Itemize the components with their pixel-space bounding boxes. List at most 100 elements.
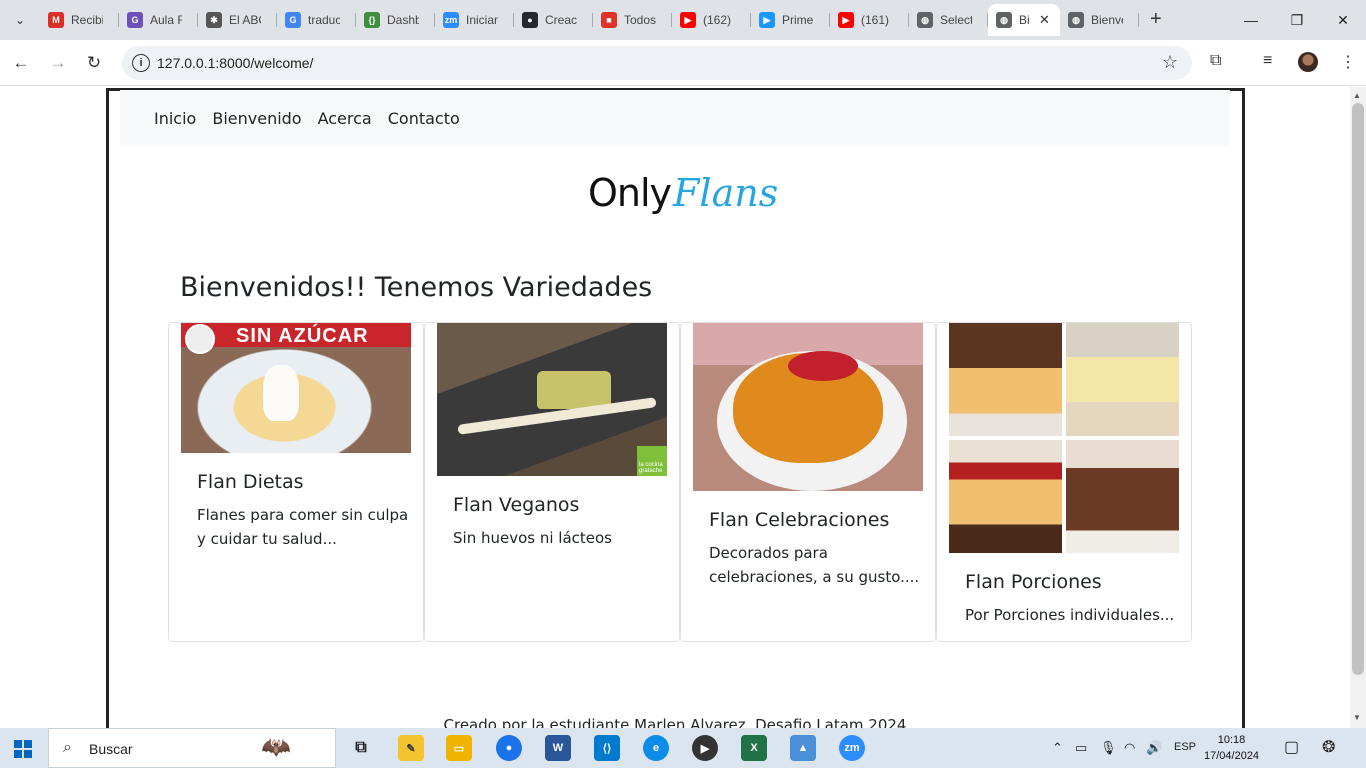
tab-close-icon[interactable]: ✕ [1039, 12, 1050, 28]
browser-tab[interactable]: ◍ Select [909, 4, 988, 36]
browser-tab[interactable]: M Recibi [40, 4, 119, 36]
card-title: Flan Celebraciones [709, 509, 890, 531]
tab-title: (161) [861, 13, 890, 27]
nav-link-contacto[interactable]: Contacto [388, 109, 460, 128]
card-text: Por Porciones individuales... [965, 606, 1175, 624]
tab-favicon-icon: G [127, 12, 143, 28]
card-grid: SIN AZÚCAR Flan Dietas Flanes para comer… [168, 322, 1192, 642]
tab-favicon-icon: ▶ [680, 12, 696, 28]
address-bar[interactable]: i 127.0.0.1:8000/welcome/ ☆ [122, 46, 1192, 80]
new-tab-icon[interactable]: + [1150, 8, 1162, 30]
forward-arrow-icon[interactable]: → [47, 52, 69, 74]
scroll-down-arrow-icon[interactable]: ▼ [1353, 713, 1361, 722]
scroll-up-arrow-icon[interactable]: ▲ [1353, 91, 1361, 100]
page-title: Bienvenidos!! Tenemos Variedades [180, 272, 653, 303]
vscode-icon[interactable]: ⟨⟩ [594, 735, 620, 761]
zoom-icon[interactable]: zm [839, 735, 865, 761]
browser-tab[interactable]: ▶ (162) [672, 4, 751, 36]
card-flan-veganos: la cocina gratache Flan Veganos Sin huev… [424, 322, 680, 642]
tray-chevron-icon[interactable]: ⌃ [1052, 740, 1063, 756]
profile-avatar[interactable] [1298, 52, 1318, 72]
tab-title: (162) [703, 13, 732, 27]
tab-title: Todos [624, 13, 656, 27]
page-footer: Creado por la estudiante Marlen Alvarez,… [443, 716, 907, 728]
nav-link-inicio[interactable]: Inicio [154, 109, 196, 128]
page-viewport: Inicio Bienvenido Acerca Contacto Only F… [0, 87, 1350, 728]
logo-only-text: Only [588, 171, 672, 215]
url-text[interactable]: 127.0.0.1:8000/welcome/ [157, 55, 313, 71]
volume-icon[interactable]: 🔊 [1146, 740, 1162, 756]
tab-favicon-icon: ■ [601, 12, 617, 28]
menu-kebab-icon[interactable]: ⋮ [1340, 52, 1356, 72]
flan-veganos-image: la cocina gratache [437, 323, 667, 476]
tab-search-chevron-icon[interactable]: ⌄ [8, 8, 32, 32]
tab-title: Prime [782, 13, 814, 27]
la-cocina-badge: la cocina gratache [639, 462, 663, 474]
card-flan-celebraciones: Flan Celebraciones Decorados para celebr… [680, 322, 936, 642]
search-placeholder: Buscar [89, 741, 133, 757]
browser-tab[interactable]: ■ Todos [593, 4, 672, 36]
browser-tab[interactable]: ▶ Prime [751, 4, 830, 36]
tab-title: Bienve [1091, 13, 1123, 27]
excel-icon[interactable]: X [741, 735, 767, 761]
close-window-icon[interactable]: ✕ [1320, 0, 1366, 40]
bookmark-star-icon[interactable]: ☆ [1162, 52, 1178, 73]
word-icon[interactable]: W [545, 735, 571, 761]
browser-tab[interactable]: ▶ (161) [830, 4, 909, 36]
scroll-thumb[interactable] [1352, 103, 1364, 675]
tab-favicon-icon: G [285, 12, 301, 28]
app-icon-photos[interactable]: ✎ [398, 735, 424, 761]
browser-tab[interactable]: ✱ El ABC [198, 4, 277, 36]
wifi-icon[interactable]: ◠ [1124, 740, 1135, 756]
extensions-icon[interactable]: ⧉ [1210, 52, 1221, 70]
browser-tab[interactable]: ◍ Bienve [1060, 4, 1139, 36]
browser-tab[interactable]: G Aula F [119, 4, 198, 36]
language-indicator[interactable]: ESP [1174, 741, 1196, 753]
logo-flans-text: Flans [673, 171, 779, 215]
browser-tab-active[interactable]: ◍ Bi ✕ [988, 4, 1060, 36]
browser-tab[interactable]: {} Dashb [356, 4, 435, 36]
edge-icon[interactable]: e [643, 735, 669, 761]
tab-favicon-icon: ◍ [917, 12, 933, 28]
tab-title: El ABC [229, 13, 261, 27]
tab-title: Dashb [387, 13, 419, 27]
tab-favicon-icon: ● [522, 12, 538, 28]
minimize-icon[interactable]: — [1228, 0, 1274, 40]
notification-icon[interactable]: ▢ [1284, 737, 1299, 757]
nav-link-acerca[interactable]: Acerca [318, 109, 372, 128]
browser-tab[interactable]: ● Creaci [514, 4, 593, 36]
photos-icon[interactable]: ▲ [790, 735, 816, 761]
file-explorer-icon[interactable]: ▭ [446, 735, 472, 761]
back-arrow-icon[interactable]: ← [10, 52, 32, 74]
battery-icon[interactable]: ▭ [1075, 740, 1087, 756]
media-control-icon[interactable]: ≡ [1263, 52, 1272, 70]
tab-favicon-icon: ✱ [206, 12, 222, 28]
tab-favicon-icon: ▶ [759, 12, 775, 28]
restore-icon[interactable]: ❐ [1274, 0, 1320, 40]
tab-title: Bi [1019, 13, 1030, 27]
tab-list: M Recibi G Aula F ✱ El ABC Gtraduc {} Dashb zm Ini… [40, 4, 1139, 36]
card-title: Flan Dietas [197, 471, 304, 493]
site-info-icon[interactable]: i [132, 54, 150, 72]
chrome-icon[interactable]: ● [496, 735, 522, 761]
browser-toolbar: ← → ↻ i 127.0.0.1:8000/welcome/ ☆ ⧉ ≡ ⋮ [0, 40, 1366, 86]
card-title: Flan Porciones [965, 571, 1102, 593]
tab-title: Inician [466, 13, 498, 27]
browser-tab[interactable]: Gtraduc [277, 4, 356, 36]
nav-link-bienvenido[interactable]: Bienvenido [212, 109, 301, 128]
tab-title: traduc [308, 13, 340, 27]
windows-taskbar: ⌕ Buscar 🦇 ⧉ ✎ ▭ ● W ⟨⟩ e ▶ X ▲ zm ⌃ ▭ 🎙… [0, 728, 1366, 768]
onlyflans-logo: Only Flans [588, 171, 778, 221]
weather-icon[interactable]: ❂ [1322, 737, 1335, 757]
taskbar-search-box[interactable]: ⌕ Buscar 🦇 [48, 728, 336, 768]
microphone-icon[interactable]: 🎙 [1100, 740, 1117, 756]
media-player-icon[interactable]: ▶ [692, 735, 718, 761]
reload-icon[interactable]: ↻ [83, 52, 105, 74]
card-flan-dietas: SIN AZÚCAR Flan Dietas Flanes para comer… [168, 322, 424, 642]
browser-tab[interactable]: zm Inician [435, 4, 514, 36]
windows-start-icon[interactable] [14, 740, 32, 758]
tab-title: Aula F [150, 13, 182, 27]
taskbar-clock[interactable]: 10:18 17/04/2024 [1204, 732, 1259, 764]
card-text: Flanes para comer sin culpa y cuidar tu … [197, 506, 409, 548]
task-view-icon[interactable]: ⧉ [348, 735, 374, 761]
